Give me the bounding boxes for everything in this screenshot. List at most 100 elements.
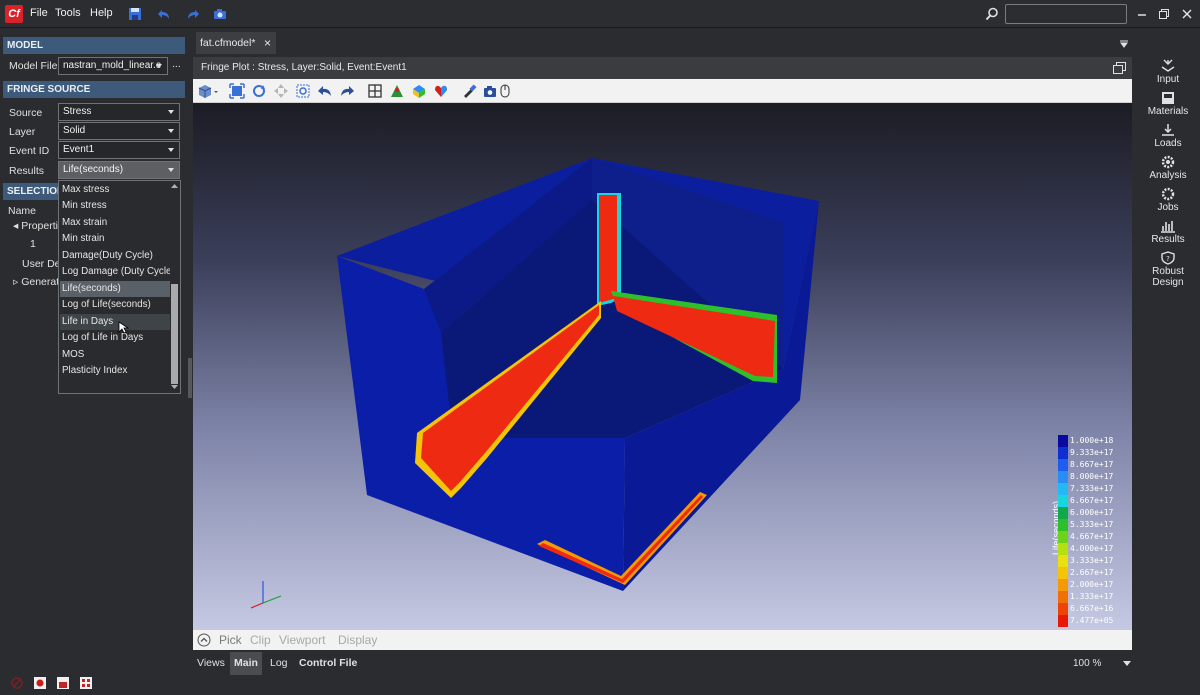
nav-analysis[interactable]: Analysis [1136, 155, 1200, 181]
mouse-mode-icon[interactable] [499, 83, 515, 99]
list-scroll-thumb[interactable] [171, 284, 178, 384]
results-option[interactable]: Log of Life in Days [60, 330, 171, 346]
heart-fringe-icon[interactable] [433, 83, 449, 99]
results-option[interactable]: MOS [60, 347, 171, 363]
restore-window-icon[interactable] [1158, 8, 1170, 20]
fringe-source-header: FRINGE SOURCE [3, 81, 185, 98]
grid-icon[interactable] [367, 83, 383, 99]
results-option[interactable]: Max stress [60, 182, 171, 198]
model-file-dropdown[interactable]: nastran_mold_linear.c [58, 57, 168, 75]
fringe-color-icon[interactable] [411, 83, 427, 99]
chevron-down-icon [156, 64, 162, 68]
results-options-list[interactable]: Max stress Min stress Max strain Min str… [58, 180, 181, 394]
results-option[interactable]: Plasticity Index [60, 363, 171, 379]
list-scrollbar[interactable] [170, 182, 179, 392]
nav-input[interactable]: Input [1136, 59, 1200, 85]
status-bar: Views Main Log Control File 100 % [193, 652, 1136, 675]
results-dropdown[interactable]: Life(seconds) [58, 161, 180, 179]
results-option[interactable]: Damage(Duty Cycle) [60, 248, 171, 264]
status-tab-log[interactable]: Log [266, 652, 292, 675]
source-dropdown[interactable]: Stress [58, 103, 180, 121]
minimize-icon[interactable] [1136, 8, 1148, 20]
legend-label: 5.333e+17 [1070, 520, 1114, 529]
display-tab[interactable]: Display [338, 633, 377, 647]
nav-robust-design[interactable]: ? Robust Design [1136, 251, 1200, 288]
status-tab-control-file[interactable]: Control File [295, 652, 361, 675]
menu-tools[interactable]: Tools [55, 7, 81, 19]
legend-label: 7.477e+05 [1070, 616, 1114, 625]
search-icon[interactable] [985, 7, 999, 21]
pan-icon[interactable] [273, 83, 289, 99]
snapshot-icon[interactable] [483, 83, 499, 99]
redo-view-icon[interactable] [339, 83, 355, 99]
nav-loads[interactable]: Loads [1136, 123, 1200, 149]
results-option[interactable]: Min stress [60, 198, 171, 214]
close-icon[interactable] [1181, 8, 1193, 20]
results-option-hovered[interactable]: Life in Days [60, 314, 171, 330]
scroll-up-icon[interactable] [170, 182, 179, 190]
scroll-down-icon[interactable] [170, 383, 179, 391]
legend-swatch [1058, 555, 1068, 567]
nav-materials[interactable]: Materials [1136, 91, 1200, 117]
camera-icon[interactable] [213, 7, 227, 21]
view-cube-icon[interactable] [197, 83, 213, 99]
redo-icon[interactable] [186, 7, 200, 21]
layer-dropdown[interactable]: Solid [58, 122, 180, 140]
title-bar: Cf File Tools Help [0, 0, 1200, 28]
results-option[interactable]: Log of Life(seconds) [60, 297, 171, 313]
search-input[interactable] [1005, 4, 1127, 24]
results-option[interactable]: Min strain [60, 231, 171, 247]
save-icon[interactable] [128, 7, 142, 21]
axis-triad [250, 581, 282, 609]
zoom-level[interactable]: 100 % [1073, 652, 1101, 675]
legend-label: 1.333e+17 [1070, 592, 1114, 601]
chevron-down-icon[interactable] [1123, 661, 1131, 667]
image-export-icon[interactable] [56, 676, 70, 690]
pick-tab[interactable]: Pick [219, 633, 242, 647]
rotate-icon[interactable] [251, 83, 267, 99]
browse-button[interactable]: ... [172, 58, 181, 70]
menu-file[interactable]: File [30, 7, 48, 19]
tab-fat-cfmodel[interactable]: fat.cfmodel* × [196, 32, 276, 54]
name-column-header: Name [8, 205, 37, 217]
mouse-cursor-icon [118, 321, 130, 334]
results-option-selected[interactable]: Life(seconds) [60, 281, 171, 297]
splitter-handle[interactable] [188, 358, 192, 398]
tree-item-1[interactable]: 1 [30, 238, 36, 250]
view-toolbar [193, 79, 1132, 103]
event-id-dropdown[interactable]: Event1 [58, 141, 180, 159]
mesh-icon[interactable] [389, 83, 405, 99]
view-title: Fringe Plot : Stress, Layer:Solid, Event… [193, 57, 1132, 79]
maximize-view-icon[interactable] [1113, 62, 1126, 74]
legend-label: 4.667e+17 [1070, 532, 1114, 541]
results-option[interactable]: Max strain [60, 215, 171, 231]
3d-viewport-canvas[interactable]: Life(seconds) 1.000e+18 9.333e+17 8.667e+1… [193, 103, 1132, 630]
legend-swatch [1058, 483, 1068, 495]
fit-view-icon[interactable] [229, 83, 245, 99]
nav-jobs[interactable]: Jobs [1136, 187, 1200, 213]
results-option[interactable]: Log Damage (Duty Cycle) [60, 264, 175, 280]
no-entry-icon[interactable] [10, 676, 24, 690]
legend-label: 2.667e+17 [1070, 568, 1114, 577]
record-icon[interactable] [33, 676, 47, 690]
viewport-tab[interactable]: Viewport [279, 633, 325, 647]
undo-view-icon[interactable] [317, 83, 333, 99]
clip-tab[interactable]: Clip [250, 633, 271, 647]
status-tab-main[interactable]: Main [230, 652, 262, 675]
left-bottom-toolbar [0, 673, 187, 695]
collapse-up-icon[interactable] [197, 633, 211, 647]
status-tab-views[interactable]: Views [193, 652, 229, 675]
tab-overflow-icon[interactable] [1120, 40, 1128, 48]
eyedropper-icon[interactable] [461, 83, 477, 99]
nav-results[interactable]: Results [1136, 219, 1200, 245]
chevron-down-icon[interactable] [213, 83, 219, 99]
menu-help[interactable]: Help [90, 7, 113, 19]
undo-icon[interactable] [157, 7, 171, 21]
zoom-box-icon[interactable] [295, 83, 311, 99]
cross-target-icon[interactable] [79, 676, 93, 690]
jobs-gear-icon [1161, 187, 1175, 201]
tree-item-generation[interactable]: ▹ Generati [13, 276, 61, 288]
chevron-down-icon [168, 129, 174, 133]
analysis-gear-icon [1161, 155, 1175, 169]
close-tab-icon[interactable]: × [264, 32, 271, 54]
